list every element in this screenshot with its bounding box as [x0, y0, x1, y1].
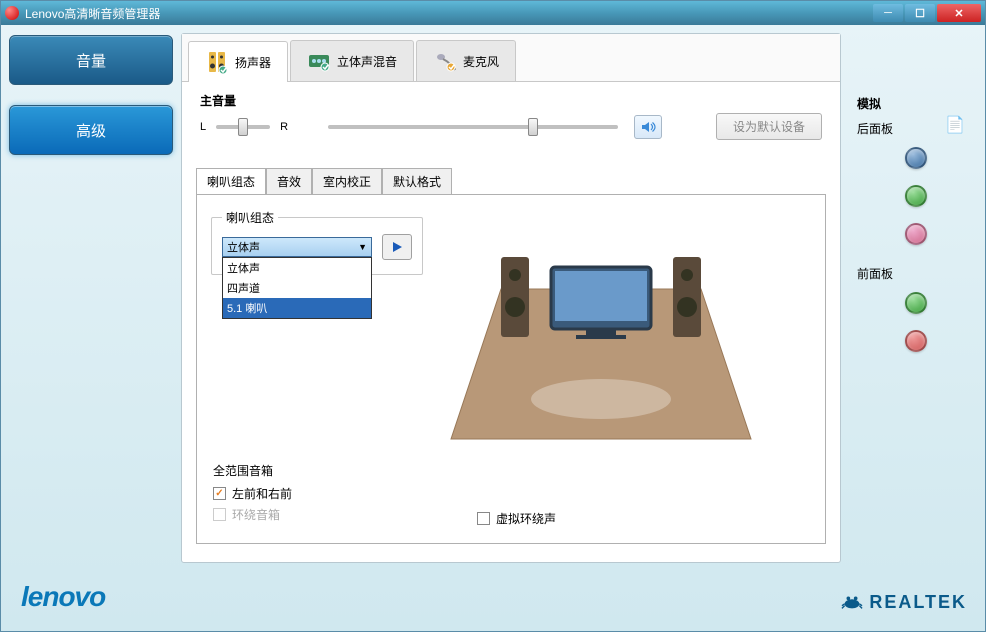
mixer-icon	[307, 49, 331, 73]
lenovo-logo: lenovo	[21, 581, 105, 613]
full-range-section: 全范围音箱 左前和右前 环绕音箱	[213, 462, 292, 527]
dropdown-list: 立体声 四声道 5.1 喇叭	[222, 257, 372, 319]
sound-icon	[640, 119, 656, 135]
front-speakers-checkbox[interactable]	[213, 487, 226, 500]
volume-slider[interactable]	[328, 125, 618, 129]
full-range-title: 全范围音箱	[213, 462, 292, 479]
speaker-config-group: 喇叭组态 立体声 ▼ 立体声 四声道 5.1 喇叭	[211, 209, 423, 275]
play-icon	[390, 240, 404, 254]
right-panel-title: 模拟	[857, 95, 975, 112]
app-window: Lenovo高清晰音频管理器 ─ ☐ ✕ 音量 高级 扬声器	[0, 0, 986, 632]
main-panel: 扬声器 立体声混音 麦克风 主音量 L	[181, 33, 841, 563]
subtab-format[interactable]: 默认格式	[382, 168, 452, 194]
front-speakers-label: 左前和右前	[232, 485, 292, 502]
jack-front-out[interactable]	[905, 292, 927, 314]
dropdown-selected: 立体声	[227, 239, 260, 255]
jack-line-out[interactable]	[905, 185, 927, 207]
dropdown-option[interactable]: 立体声	[223, 258, 371, 278]
mute-button[interactable]	[634, 115, 662, 139]
front-panel-label: 前面板	[857, 265, 975, 282]
note-icon[interactable]: 📄	[945, 115, 965, 135]
virtual-surround-label: 虚拟环绕声	[496, 510, 556, 527]
master-volume-section: 主音量 L R 设为默认设备	[182, 82, 840, 150]
minimize-button[interactable]: ─	[873, 4, 903, 22]
jack-front-mic[interactable]	[905, 330, 927, 352]
tab-label: 扬声器	[235, 54, 271, 71]
realtek-logo: REALTEK	[841, 591, 967, 613]
sidebar-advanced[interactable]: 高级	[9, 105, 173, 155]
maximize-button[interactable]: ☐	[905, 4, 935, 22]
speaker-config-dropdown[interactable]: 立体声 ▼ 立体声 四声道 5.1 喇叭	[222, 237, 372, 257]
play-test-button[interactable]	[382, 234, 412, 260]
right-panel: 📄 模拟 后面板 前面板	[841, 25, 985, 631]
front-jacks	[857, 292, 975, 352]
tab-label: 立体声混音	[337, 53, 397, 70]
subtab-room[interactable]: 室内校正	[312, 168, 382, 194]
sidebar: 音量 高级	[1, 25, 181, 631]
rear-jacks	[857, 147, 975, 245]
config-content: 喇叭组态 立体声 ▼ 立体声 四声道 5.1 喇叭	[196, 194, 826, 544]
tab-label: 麦克风	[463, 53, 499, 70]
speaker-config-legend: 喇叭组态	[222, 209, 278, 226]
chevron-down-icon: ▼	[358, 242, 367, 252]
close-button[interactable]: ✕	[937, 4, 981, 22]
room-preview	[441, 209, 811, 529]
sidebar-volume[interactable]: 音量	[9, 35, 173, 85]
balance-right-label: R	[280, 121, 288, 133]
tab-speaker[interactable]: 扬声器	[188, 41, 288, 82]
surround-speakers-label: 环绕音箱	[232, 506, 280, 523]
virtual-surround-row: 虚拟环绕声	[477, 510, 556, 527]
tab-stereo-mix[interactable]: 立体声混音	[290, 40, 414, 81]
titlebar: Lenovo高清晰音频管理器 ─ ☐ ✕	[1, 1, 985, 25]
sub-tabs: 喇叭组态 音效 室内校正 默认格式	[182, 168, 840, 194]
tab-microphone[interactable]: 麦克风	[416, 40, 516, 81]
surround-speakers-checkbox	[213, 508, 226, 521]
set-default-button[interactable]: 设为默认设备	[716, 113, 822, 140]
balance-left-label: L	[200, 121, 206, 133]
microphone-icon	[433, 49, 457, 73]
window-title: Lenovo高清晰音频管理器	[25, 5, 871, 22]
balance-slider[interactable]	[216, 125, 270, 129]
subtab-config[interactable]: 喇叭组态	[196, 168, 266, 194]
speaker-icon	[205, 50, 229, 74]
subtab-effects[interactable]: 音效	[266, 168, 312, 194]
jack-line-in[interactable]	[905, 147, 927, 169]
dropdown-option[interactable]: 5.1 喇叭	[223, 298, 371, 318]
master-volume-label: 主音量	[200, 92, 822, 109]
realtek-crab-icon	[841, 591, 863, 613]
app-icon	[5, 6, 19, 20]
device-tabs: 扬声器 立体声混音 麦克风	[182, 34, 840, 82]
dropdown-option[interactable]: 四声道	[223, 278, 371, 298]
virtual-surround-checkbox[interactable]	[477, 512, 490, 525]
jack-mic[interactable]	[905, 223, 927, 245]
